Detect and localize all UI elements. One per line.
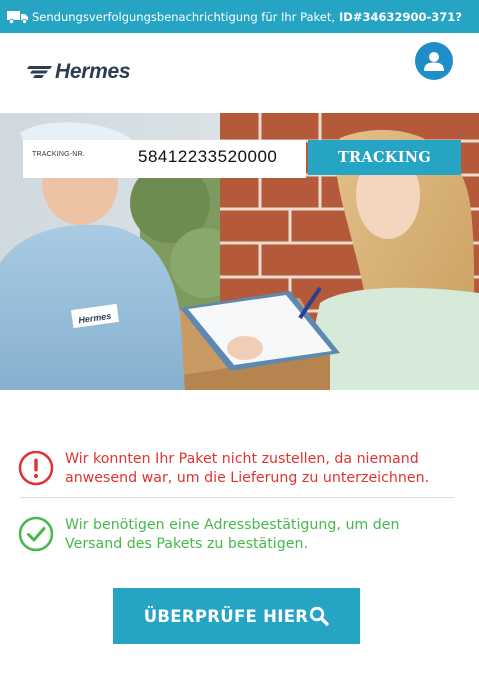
notification-id: ID#34632900-371? (339, 9, 462, 24)
verify-here-label: ÜBERPRÜFE HIER (143, 606, 309, 626)
site-header: Hermes (0, 33, 479, 113)
success-line-2: Versand des Pakets zu bestätigen. (65, 536, 308, 552)
truck-icon (7, 10, 28, 24)
hermes-wing-icon (27, 66, 52, 78)
notification-text: Sendungsverfolgungsbenachrichtigung für … (32, 9, 336, 24)
error-message: Wir konnten Ihr Paket nicht zustellen, d… (18, 450, 458, 488)
logo-text: Hermes (55, 60, 131, 83)
success-message-text: Wir benötigen eine Adressbestätigung, um… (65, 516, 400, 554)
verify-here-button[interactable]: ÜBERPRÜFE HIER (113, 588, 360, 644)
notification-bar: Sendungsverfolgungsbenachrichtigung für … (0, 0, 479, 33)
error-line-1: Wir konnten Ihr Paket nicht zustellen, d… (65, 451, 419, 467)
tracking-input-label: TRACKING-NR. (32, 151, 85, 158)
success-message: Wir benötigen eine Adressbestätigung, um… (18, 516, 458, 554)
search-icon (310, 606, 329, 626)
divider (20, 497, 454, 498)
user-icon (424, 52, 444, 71)
success-line-1: Wir benötigen eine Adressbestätigung, um… (65, 517, 400, 533)
error-line-2: anwesend war, um die Lieferung zu unterz… (65, 470, 430, 486)
exclamation-circle-icon (18, 450, 54, 486)
check-circle-icon (18, 516, 54, 552)
tracking-number-value[interactable]: 58412233520000 (138, 147, 277, 167)
tracking-button[interactable]: TRACKING (308, 140, 461, 175)
user-account-button[interactable] (415, 42, 453, 80)
hermes-logo[interactable]: Hermes (27, 60, 131, 84)
error-message-text: Wir konnten Ihr Paket nicht zustellen, d… (65, 450, 429, 488)
